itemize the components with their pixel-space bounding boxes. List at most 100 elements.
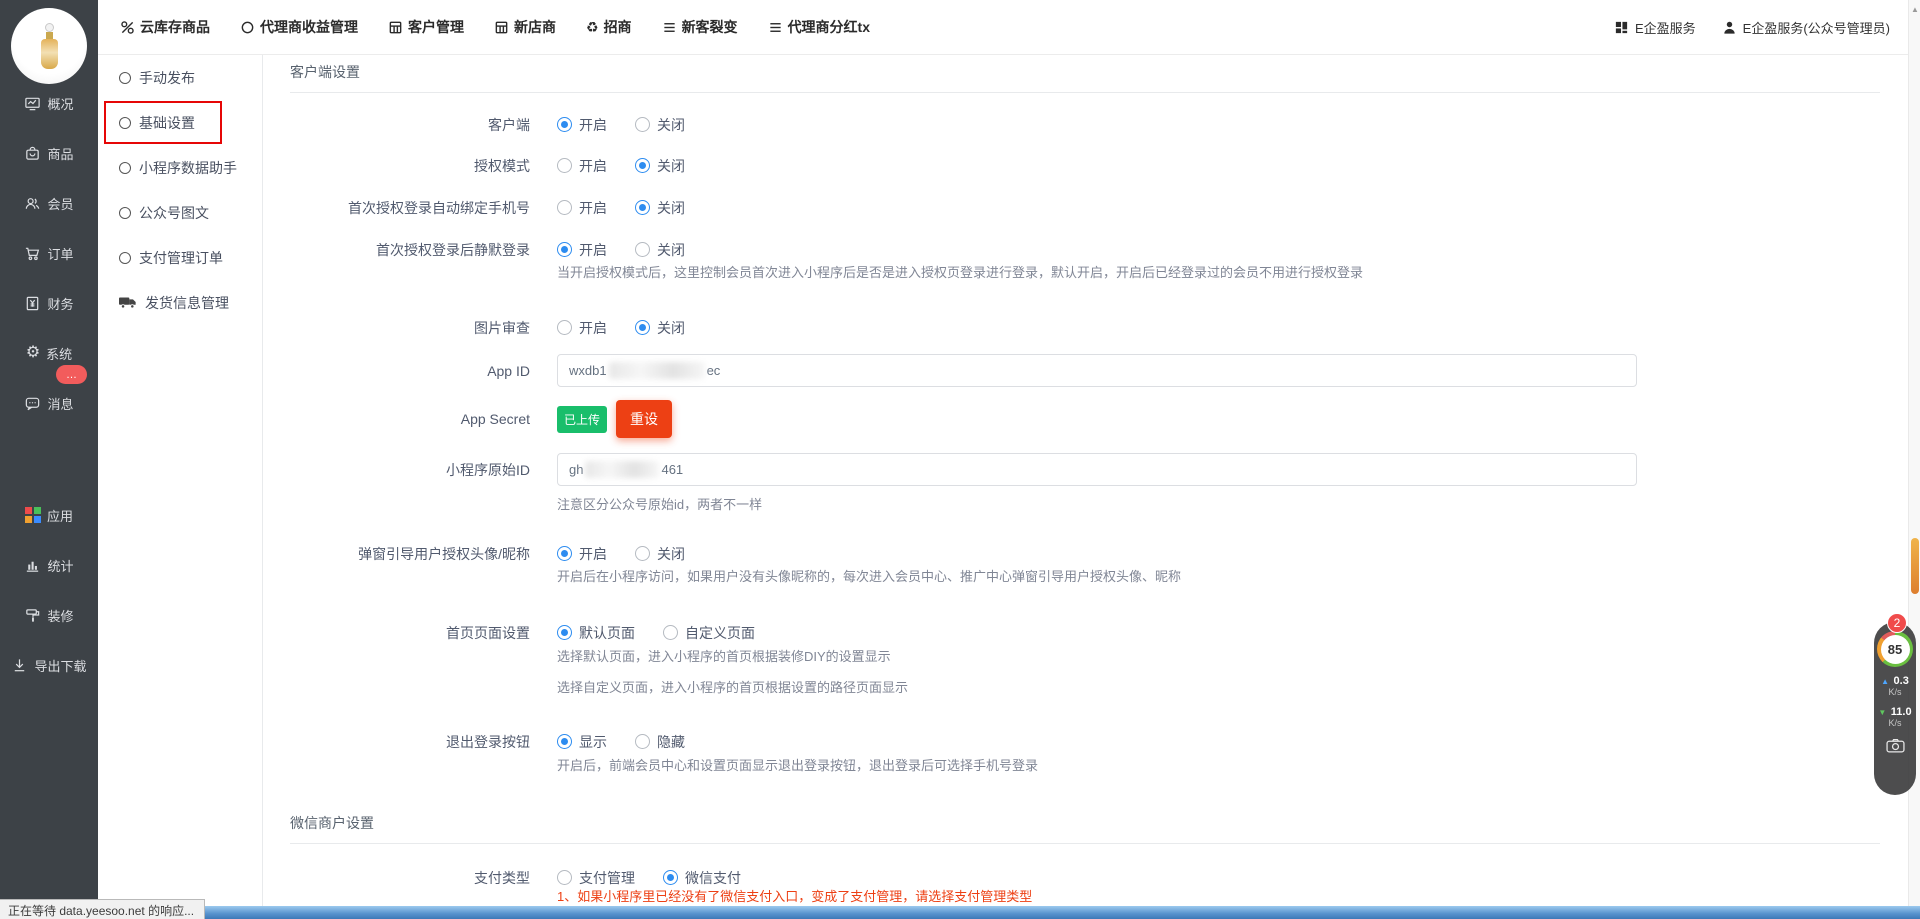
menu-icon bbox=[662, 20, 677, 35]
nav-cloud-stock[interactable]: 云库存商品 bbox=[120, 17, 210, 37]
grid-icon bbox=[388, 20, 403, 35]
nav-agent-dividend[interactable]: 代理商分红tx bbox=[768, 17, 870, 37]
monitor-notification-badge[interactable]: 2 bbox=[1887, 613, 1907, 633]
radio-home-custom[interactable]: 自定义页面 bbox=[663, 623, 755, 643]
radio-silent-off[interactable]: 关闭 bbox=[635, 240, 685, 260]
help-logout: 开启后，前端会员中心和设置页面显示退出登录按钮，退出登录后可选择手机号登录 bbox=[557, 756, 1038, 776]
settings-submenu: 手动发布 基础设置 小程序数据助手 公众号图文 支付管理订单 发货信息管理 bbox=[98, 55, 263, 919]
submenu-item-official-articles[interactable]: 公众号图文 bbox=[98, 190, 262, 235]
censored-blur bbox=[609, 362, 705, 379]
censored-blur bbox=[585, 461, 659, 478]
sidebar-item-apps[interactable]: 应用 bbox=[0, 490, 98, 540]
health-score-ball[interactable]: 85 bbox=[1877, 631, 1913, 667]
app-id-input[interactable]: wxdb1 ec bbox=[557, 354, 1637, 387]
help-home-default: 选择默认页面，进入小程序的首页根据装修DIY的设置显示 bbox=[557, 647, 891, 667]
sidebar-item-orders[interactable]: 订单 bbox=[0, 228, 98, 278]
row-popup-auth: 弹窗引导用户授权头像/昵称 开启 关闭 bbox=[263, 537, 713, 570]
grid-icon bbox=[494, 20, 509, 35]
submenu-item-shipping-info[interactable]: 发货信息管理 bbox=[98, 280, 262, 325]
radio-logout-show[interactable]: 显示 bbox=[557, 732, 607, 752]
scrollbar-thumb[interactable] bbox=[1911, 538, 1919, 594]
truck-icon bbox=[119, 296, 137, 309]
sidebar-item-messages[interactable]: 消息 … bbox=[0, 378, 98, 428]
sidebar-label: 系统 bbox=[46, 344, 72, 363]
nav-fission[interactable]: 新客裂变 bbox=[662, 17, 738, 37]
settings-form: 客户端设置 客户端 开启 关闭 授权模式 开启 关闭 首次授权登录自动绑定手机号… bbox=[263, 55, 1908, 919]
orders-icon bbox=[24, 245, 41, 262]
net-monitor-widget[interactable]: 2 85 ▲ 0.3 K/s ▼ 11.0 K/s bbox=[1874, 622, 1916, 795]
circle-icon bbox=[119, 162, 131, 174]
perfume-bottle-logo bbox=[45, 23, 54, 32]
radio-pay-mgmt[interactable]: 支付管理 bbox=[557, 868, 635, 888]
menu-icon bbox=[768, 20, 783, 35]
camera-icon[interactable] bbox=[1886, 738, 1905, 753]
submenu-item-payment-orders[interactable]: 支付管理订单 bbox=[98, 235, 262, 280]
row-original-id: 小程序原始ID gh 461 bbox=[263, 453, 1637, 486]
primary-sidebar: 概况 商品 会员 订单 财务 ⚙ 系统 消息 … 应用 统计 装修 导出下载 bbox=[0, 0, 98, 919]
radio-bind-on[interactable]: 开启 bbox=[557, 198, 607, 218]
circle-icon bbox=[119, 252, 131, 264]
sidebar-item-goods[interactable]: 商品 bbox=[0, 128, 98, 178]
account-menu[interactable]: E企盈服务(公众号管理员) bbox=[1722, 18, 1890, 37]
radio-auth-off[interactable]: 关闭 bbox=[635, 156, 685, 176]
submenu-item-basic-settings[interactable]: 基础设置 bbox=[98, 100, 262, 145]
shop-avatar[interactable] bbox=[11, 8, 87, 84]
apps-icon bbox=[25, 507, 41, 523]
submenu-item-miniapp-data[interactable]: 小程序数据助手 bbox=[98, 145, 262, 190]
members-icon bbox=[24, 195, 41, 212]
row-logout-button: 退出登录按钮 显示 隐藏 bbox=[263, 725, 713, 758]
section-title-client: 客户端设置 bbox=[290, 62, 360, 82]
pay-warning-1: 1、如果小程序里已经没有了微信支付入口，变成了支付管理，请选择支付管理类型 bbox=[557, 887, 1032, 907]
circle-icon bbox=[119, 207, 131, 219]
radio-silent-on[interactable]: 开启 bbox=[557, 240, 607, 260]
sidebar-label: 会员 bbox=[47, 194, 73, 213]
sidebar-item-export[interactable]: 导出下载 bbox=[0, 640, 98, 690]
nav-agent-earnings[interactable]: 代理商收益管理 bbox=[240, 17, 358, 37]
sidebar-item-finance[interactable]: 财务 bbox=[0, 278, 98, 328]
radio-popup-off[interactable]: 关闭 bbox=[635, 544, 685, 564]
apps-grid-icon bbox=[1614, 20, 1629, 35]
sidebar-item-stats[interactable]: 统计 bbox=[0, 540, 98, 590]
radio-review-on[interactable]: 开启 bbox=[557, 318, 607, 338]
section-divider bbox=[290, 843, 1880, 844]
nav-investment[interactable]: ♻ 招商 bbox=[586, 17, 632, 37]
message-icon bbox=[24, 395, 41, 412]
row-image-review: 图片审查 开启 关闭 bbox=[263, 311, 713, 344]
circle-icon bbox=[240, 20, 255, 35]
radio-wechat-pay[interactable]: 微信支付 bbox=[663, 868, 741, 888]
submenu-item-manual-publish[interactable]: 手动发布 bbox=[98, 55, 262, 100]
stats-icon bbox=[24, 557, 41, 574]
radio-logout-hide[interactable]: 隐藏 bbox=[635, 732, 685, 752]
service-menu[interactable]: E企盈服务 bbox=[1614, 18, 1696, 37]
upload-speed: ▲ 0.3 K/s bbox=[1881, 674, 1909, 698]
section-divider bbox=[290, 92, 1880, 93]
radio-client-off[interactable]: 关闭 bbox=[635, 115, 685, 135]
sidebar-label: 财务 bbox=[47, 294, 73, 313]
radio-client-on[interactable]: 开启 bbox=[557, 115, 607, 135]
sidebar-item-decorate[interactable]: 装修 bbox=[0, 590, 98, 640]
sidebar-label: 商品 bbox=[47, 144, 73, 163]
message-count-badge: … bbox=[56, 365, 87, 384]
radio-bind-off[interactable]: 关闭 bbox=[635, 198, 685, 218]
row-app-secret: App Secret 已上传 重设 bbox=[263, 401, 672, 437]
download-speed: ▼ 11.0 K/s bbox=[1878, 705, 1911, 729]
radio-home-default[interactable]: 默认页面 bbox=[557, 623, 635, 643]
reset-secret-button[interactable]: 重设 bbox=[616, 400, 672, 438]
radio-auth-on[interactable]: 开启 bbox=[557, 156, 607, 176]
browser-status-tooltip: 正在等待 data.yeesoo.net 的响应... bbox=[0, 899, 205, 919]
sidebar-label: 应用 bbox=[47, 506, 73, 525]
taskbar-strip bbox=[0, 906, 1920, 919]
row-client: 客户端 开启 关闭 bbox=[263, 108, 713, 141]
row-silent-login: 首次授权登录后静默登录 开启 关闭 bbox=[263, 233, 713, 266]
nav-new-store[interactable]: 新店商 bbox=[494, 17, 556, 37]
sidebar-item-overview[interactable]: 概况 bbox=[0, 78, 98, 128]
top-navigation: 云库存商品 代理商收益管理 客户管理 新店商 ♻ 招商 新客裂变 代理商分红tx bbox=[120, 17, 870, 37]
radio-popup-on[interactable]: 开启 bbox=[557, 544, 607, 564]
nav-customer-mgmt[interactable]: 客户管理 bbox=[388, 17, 464, 37]
scroll-up-arrow[interactable]: ▲ bbox=[1909, 2, 1920, 16]
radio-review-off[interactable]: 关闭 bbox=[635, 318, 685, 338]
original-id-input[interactable]: gh 461 bbox=[557, 453, 1637, 486]
sidebar-label: 概况 bbox=[47, 94, 73, 113]
recycle-icon: ♻ bbox=[586, 19, 599, 36]
sidebar-item-members[interactable]: 会员 bbox=[0, 178, 98, 228]
